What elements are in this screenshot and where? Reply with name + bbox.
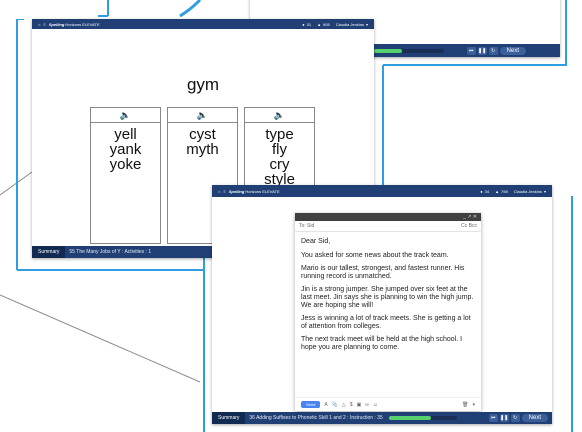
stat2-icon: ▲ xyxy=(317,21,322,27)
emoji-icon[interactable]: ☺ xyxy=(373,402,378,408)
replay-icon[interactable]: ↻ xyxy=(510,414,520,422)
user-name[interactable]: Claudia Jenkins xyxy=(336,22,364,27)
user-name[interactable]: Claudia Jenkins xyxy=(514,189,542,194)
email-paragraph: Mario is our tallest, strongest, and fas… xyxy=(301,265,465,280)
chevron-down-icon[interactable]: ▾ xyxy=(366,22,368,27)
stat1-value: 31 xyxy=(306,21,312,27)
word-item[interactable]: cyst xyxy=(168,127,237,142)
compose-toolbar: Send A 📎 △ $ ▣ ∞ ☺ 🗑 ▾ xyxy=(295,397,481,411)
brand-name: Spelling xyxy=(228,188,245,194)
stat2-value: 905 xyxy=(323,21,330,27)
email-greeting: Dear Sid, xyxy=(301,238,331,245)
home-icon[interactable]: ⌂ xyxy=(38,22,40,27)
lesson-progress-bar xyxy=(388,416,457,420)
word-item[interactable]: myth xyxy=(168,142,237,157)
speaker-icon[interactable]: 🔈 xyxy=(168,108,237,123)
skip-back-icon[interactable]: ⏮ xyxy=(466,46,476,55)
top-bar: ⌂ ≡ Spelling Horizons ELEVATE ● 34 ▲ 798… xyxy=(212,185,552,197)
summary-button[interactable]: Summary xyxy=(212,412,246,424)
word-item[interactable]: yell xyxy=(91,127,160,142)
word-item[interactable]: yank xyxy=(91,142,160,157)
email-paragraph: The next track meet will be held at the … xyxy=(301,336,463,351)
promo-stage: ⏮ ❚❚ ↻ Next ⌂ ≡ Spelling Horizons ELEVAT… xyxy=(0,0,582,432)
photo-icon[interactable]: ▣ xyxy=(357,402,362,408)
money-icon[interactable]: $ xyxy=(350,402,353,408)
word-item[interactable]: fly xyxy=(245,142,314,157)
to-field[interactable]: To: Sid Cc Bcc xyxy=(295,221,481,232)
email-paragraph: Jin is a strong jumper. She jumped over … xyxy=(301,286,474,309)
email-paragraph: Jess is winning a lot of track meets. Sh… xyxy=(301,315,471,330)
brand-name: Spelling xyxy=(48,21,65,27)
email-body[interactable]: Dear Sid, You asked for some news about … xyxy=(295,232,481,363)
word-item[interactable]: yoke xyxy=(91,157,160,172)
link-icon[interactable]: ∞ xyxy=(365,402,369,408)
home-icon[interactable]: ⌂ xyxy=(218,189,220,194)
word-column-1[interactable]: 🔈 yell yank yoke xyxy=(90,107,161,244)
summary-button[interactable]: Summary xyxy=(32,246,66,258)
lesson-title: 55 The Many Jobs of Y : Activities : 1 xyxy=(69,249,152,255)
back-playback-controls: ⏮ ❚❚ ↻ Next xyxy=(466,46,526,55)
email-writing-window: ⌂ ≡ Spelling Horizons ELEVATE ● 34 ▲ 798… xyxy=(212,185,552,424)
next-button[interactable]: Next xyxy=(521,414,548,422)
stat1-value: 34 xyxy=(484,188,490,194)
stat2-value: 798 xyxy=(501,188,508,194)
compose-title-bar[interactable]: _ ↗ ✕ xyxy=(295,213,481,221)
chevron-down-icon[interactable]: ▾ xyxy=(544,189,546,194)
speaker-icon[interactable]: 🔈 xyxy=(245,108,314,123)
lesson-title: 36 Adding Suffixes to Phonetic Skill 1 a… xyxy=(249,415,383,421)
speaker-icon[interactable]: 🔈 xyxy=(91,108,160,123)
pause-icon[interactable]: ❚❚ xyxy=(499,414,509,422)
send-button[interactable]: Send xyxy=(301,401,321,408)
more-icon[interactable]: ▾ xyxy=(472,402,475,408)
format-icon[interactable]: A xyxy=(324,402,327,408)
email-paragraph: You asked for some news about the track … xyxy=(301,252,449,259)
skip-back-icon[interactable]: ⏮ xyxy=(488,414,498,422)
stat1-icon: ● xyxy=(302,21,305,27)
drive-icon[interactable]: △ xyxy=(342,402,346,408)
stat2-icon: ▲ xyxy=(495,188,500,194)
menu-icon[interactable]: ≡ xyxy=(43,22,45,27)
back-next-button[interactable]: Next xyxy=(499,46,526,55)
top-bar: ⌂ ≡ Spelling Horizons ELEVATE ● 31 ▲ 905… xyxy=(32,19,374,29)
brand-product: Horizons ELEVATE xyxy=(245,188,280,194)
playback-controls: ⏮ ❚❚ ↻ Next xyxy=(488,414,548,422)
pause-icon[interactable]: ❚❚ xyxy=(477,46,487,55)
menu-icon[interactable]: ≡ xyxy=(223,189,225,194)
trash-icon[interactable]: 🗑 xyxy=(462,402,468,408)
to-label: To: Sid xyxy=(299,223,315,229)
target-word: gym xyxy=(186,75,220,94)
email-compose: _ ↗ ✕ To: Sid Cc Bcc Dear Sid, You asked… xyxy=(295,213,481,411)
word-item[interactable]: type xyxy=(245,127,314,142)
attach-icon[interactable]: 📎 xyxy=(332,402,338,408)
cc-bcc-link[interactable]: Cc Bcc xyxy=(461,223,477,229)
bottom-bar: Summary 36 Adding Suffixes to Phonetic S… xyxy=(212,412,552,424)
stat1-icon: ● xyxy=(480,188,483,194)
back-progress-bar xyxy=(374,48,444,53)
replay-icon[interactable]: ↻ xyxy=(488,46,498,55)
brand-product: Horizons ELEVATE xyxy=(65,21,100,27)
word-item[interactable]: cry xyxy=(245,157,314,172)
